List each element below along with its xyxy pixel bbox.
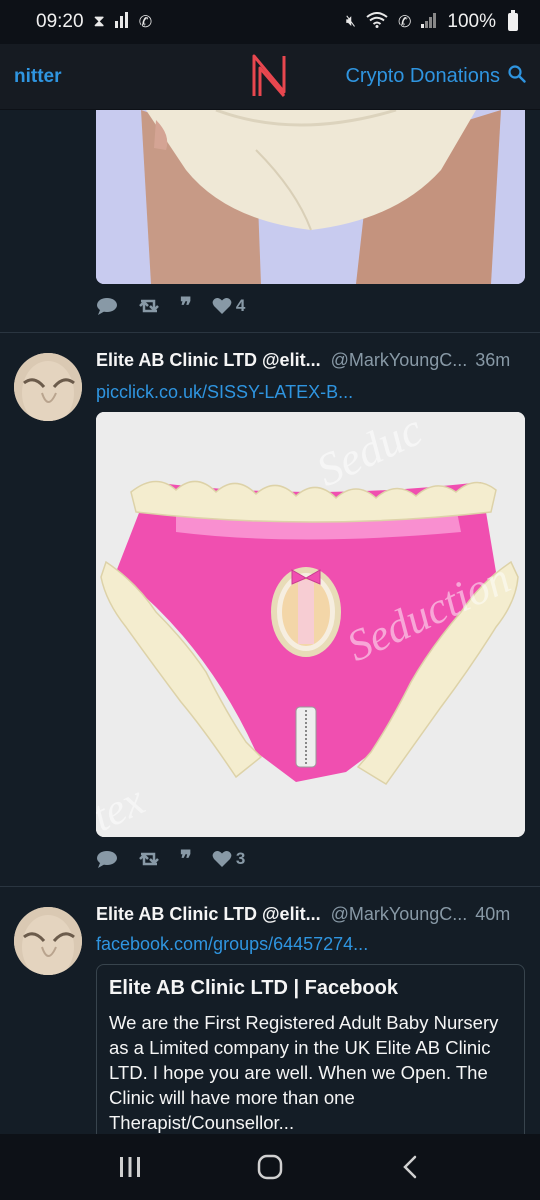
heart-icon (212, 851, 232, 867)
quote-button[interactable]: ❞ (180, 846, 192, 871)
heart-icon (212, 298, 232, 314)
tweet-image[interactable]: Seduc Seduction tex (96, 412, 525, 837)
recents-icon (120, 1157, 140, 1177)
status-left: 09:20 ⧗ ✆ (36, 11, 152, 33)
hourglass-icon: ⧗ (93, 13, 105, 30)
retweet-button[interactable] (138, 850, 160, 868)
mute-icon: 🔇︎ (345, 13, 356, 30)
crypto-donations-link[interactable]: Crypto Donations (345, 65, 500, 88)
divider (0, 332, 540, 333)
volte-call-icon: ✆ (397, 14, 412, 31)
divider (0, 886, 540, 887)
wifi-icon (366, 11, 388, 33)
tweet-header: Elite AB Clinic LTD @elit... @MarkYoungC… (96, 904, 526, 925)
nav-right: Crypto Donations (345, 64, 526, 89)
system-nav-bar (0, 1134, 540, 1200)
signal-bars-icon (114, 11, 129, 33)
tweet-link[interactable]: picclick.co.uk/SISSY-LATEX-B... (96, 382, 353, 403)
display-name[interactable]: Elite AB Clinic LTD @elit... (96, 904, 321, 925)
like-count: 4 (235, 296, 246, 315)
like-button[interactable]: 4 (212, 296, 245, 316)
home-button[interactable] (240, 1147, 300, 1187)
quote-icon: ❞ (180, 293, 192, 318)
username[interactable]: @MarkYoungC... (331, 350, 468, 371)
reply-button[interactable] (96, 850, 118, 868)
status-right: 🔇︎ ✆ 100% (345, 10, 518, 33)
card-description: We are the First Registered Adult Baby N… (109, 1012, 499, 1133)
status-bar: 09:20 ⧗ ✆ 🔇︎ ✆ 100% (0, 0, 540, 44)
retweet-icon (139, 852, 159, 866)
nitter-logo-icon[interactable] (250, 52, 290, 100)
cell-signal-icon (421, 12, 437, 33)
back-chevron-icon (403, 1155, 417, 1179)
tweet-header: Elite AB Clinic LTD @elit... @MarkYoungC… (96, 350, 526, 371)
like-button[interactable]: 3 (212, 849, 245, 869)
nitter-home-link[interactable]: nitter (14, 66, 62, 88)
avatar[interactable] (14, 907, 82, 975)
quote-icon: ❞ (180, 846, 192, 871)
clock: 09:20 (36, 11, 84, 32)
reply-button[interactable] (96, 297, 118, 315)
retweet-icon (139, 299, 159, 313)
reply-icon (97, 298, 117, 315)
tweet-stats: ❞ 4 (96, 293, 245, 318)
recent-apps-button[interactable] (100, 1147, 160, 1187)
battery-text: 100% (447, 11, 496, 32)
retweet-button[interactable] (138, 297, 160, 315)
display-name[interactable]: Elite AB Clinic LTD @elit... (96, 350, 321, 371)
reply-icon (97, 851, 117, 868)
card-title: Elite AB Clinic LTD | Facebook (109, 977, 398, 999)
tweet-link[interactable]: facebook.com/groups/64457274... (96, 934, 368, 955)
battery-icon (508, 10, 518, 31)
back-button[interactable] (380, 1147, 440, 1187)
tweet-stats: ❞ 3 (96, 846, 245, 871)
tweet-time[interactable]: 40m (475, 904, 510, 925)
top-nav: nitter Crypto Donations (0, 44, 540, 110)
search-icon[interactable] (508, 64, 526, 89)
username[interactable]: @MarkYoungC... (331, 904, 468, 925)
tweet-time[interactable]: 36m (475, 350, 510, 371)
home-icon (257, 1154, 283, 1180)
timeline: ❞ 4 Elite AB Clinic LTD @elit... @MarkYo… (0, 110, 540, 1134)
quote-button[interactable]: ❞ (180, 293, 192, 318)
link-preview-card[interactable]: Elite AB Clinic LTD | Facebook We are th… (96, 964, 525, 1134)
tweet-image[interactable] (96, 110, 525, 284)
avatar[interactable] (14, 353, 82, 421)
wifi-call-icon: ✆ (138, 14, 153, 31)
like-count: 3 (235, 849, 246, 868)
